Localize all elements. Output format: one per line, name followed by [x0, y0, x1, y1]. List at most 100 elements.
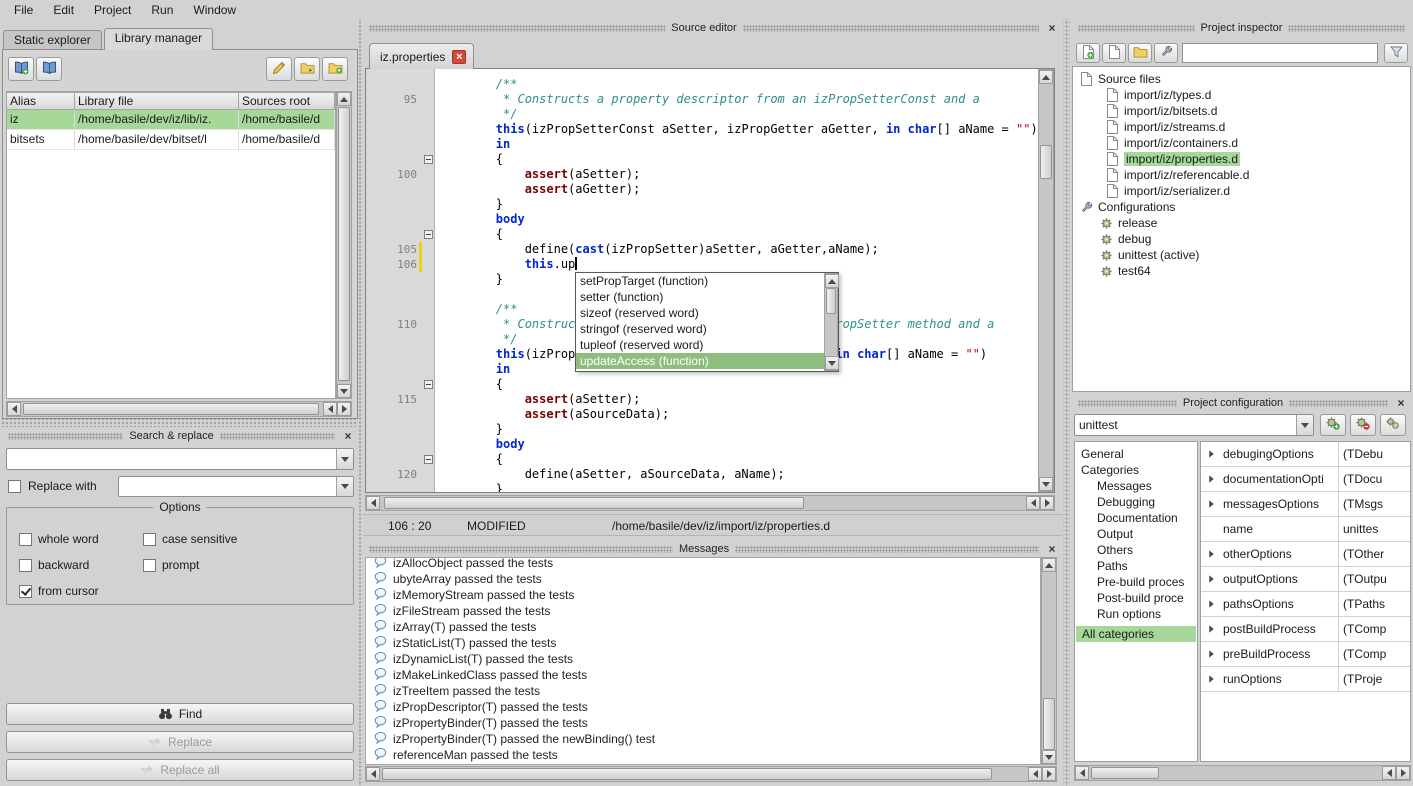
fold-collapse-icon[interactable] [424, 380, 433, 389]
message-row[interactable]: ubyteArray passed the tests [366, 571, 1040, 587]
column-header-sources-root[interactable]: Sources root [239, 92, 335, 110]
code-line[interactable]: { [438, 377, 1039, 392]
code-line[interactable]: this(izPropSetterConst aSetter, izPropGe… [438, 122, 1039, 137]
tree-item-import-iz-types-d[interactable]: import/iz/types.d [1075, 87, 1410, 103]
add-configuration-button[interactable] [1320, 414, 1346, 436]
code-line[interactable]: assert(aSetter); [438, 392, 1039, 407]
category-categories[interactable]: Categories [1075, 462, 1197, 478]
message-row[interactable]: izTreeItem passed the tests [366, 683, 1040, 699]
message-row[interactable]: izPropDescriptor(T) passed the tests [366, 699, 1040, 715]
scroll-up-button[interactable] [1042, 558, 1056, 572]
scroll-up-button[interactable] [337, 92, 351, 106]
remove-configuration-button[interactable] [1350, 414, 1376, 436]
find-button[interactable]: Find [6, 703, 354, 725]
add-library-button[interactable] [8, 57, 34, 81]
editor-tab-iz-properties[interactable]: iz.properties [369, 43, 474, 69]
close-icon[interactable] [1045, 543, 1059, 556]
scroll-down-button[interactable] [1039, 477, 1053, 491]
scroll-right-button[interactable] [1042, 767, 1056, 781]
category-run-options[interactable]: Run options [1075, 606, 1197, 622]
code-line[interactable]: body [438, 437, 1039, 452]
scroll-thumb[interactable] [1091, 767, 1159, 779]
scroll-up-button[interactable] [1039, 70, 1053, 84]
menu-run[interactable]: Run [141, 1, 183, 19]
property-outputoptions[interactable]: outputOptions(TOutpu [1201, 567, 1410, 592]
menu-file[interactable]: File [4, 1, 43, 19]
tree-item-import-iz-containers-d[interactable]: import/iz/containers.d [1075, 135, 1410, 151]
property-runoptions[interactable]: runOptions(TProje [1201, 667, 1410, 692]
tree-root-source-files[interactable]: Source files [1075, 71, 1410, 87]
open-library-file-button[interactable] [294, 57, 320, 81]
tree-item-import-iz-properties-d[interactable]: import/iz/properties.d [1075, 151, 1410, 167]
search-term-combobox[interactable] [6, 448, 354, 470]
replace-all-button[interactable]: Replace all [6, 759, 354, 781]
message-row[interactable]: izPropertyBinder(T) passed the newBindin… [366, 731, 1040, 747]
property-prebuildprocess[interactable]: preBuildProcess(TComp [1201, 642, 1410, 667]
scroll-right-button[interactable] [1040, 496, 1054, 510]
code-line[interactable]: /** [438, 77, 1039, 92]
fold-collapse-icon[interactable] [424, 455, 433, 464]
property-postbuildprocess[interactable]: postBuildProcess(TComp [1201, 617, 1410, 642]
category-documentation[interactable]: Documentation [1075, 510, 1197, 526]
tab-library-manager[interactable]: Library manager [104, 28, 213, 50]
scroll-down-button[interactable] [1042, 750, 1056, 764]
option-prompt[interactable]: prompt [143, 558, 199, 572]
completion-item-tupleof-reserved-word[interactable]: tupleof (reserved word) [576, 337, 824, 353]
scroll-thumb[interactable] [382, 768, 992, 780]
messages-vertical-scrollbar[interactable] [1041, 557, 1057, 765]
edit-alias-button[interactable] [266, 57, 292, 81]
tree-item-unittest-active[interactable]: unittest (active) [1075, 247, 1410, 263]
dropdown-button[interactable] [336, 449, 353, 469]
scroll-up-button[interactable] [825, 274, 839, 288]
scroll-down-button[interactable] [825, 356, 839, 370]
remove-library-button[interactable] [36, 57, 62, 81]
close-icon[interactable] [1394, 397, 1408, 410]
scroll-down-button[interactable] [337, 384, 351, 398]
code-line[interactable]: body [438, 212, 1039, 227]
open-source-button[interactable] [1102, 43, 1126, 63]
property-documentationopti[interactable]: documentationOpti(TDocu [1201, 467, 1410, 492]
scroll-left-button[interactable] [366, 767, 380, 781]
message-row[interactable]: izAllocObject passed the tests [366, 557, 1040, 571]
property-messagesoptions[interactable]: messagesOptions(TMsgs [1201, 492, 1410, 517]
scroll-left-button-2[interactable] [1382, 766, 1396, 780]
scroll-left-button-2[interactable] [1028, 767, 1042, 781]
property-pathsoptions[interactable]: pathsOptions(TPaths [1201, 592, 1410, 617]
message-row[interactable]: izMakeLinkedClass passed the tests [366, 667, 1040, 683]
scroll-left-button-2[interactable] [1026, 496, 1040, 510]
scroll-thumb[interactable] [384, 497, 804, 509]
scroll-thumb[interactable] [338, 107, 350, 381]
code-line[interactable]: define(cast(izPropSetter)aSetter, aGette… [438, 242, 1039, 257]
code-line[interactable]: } [438, 197, 1039, 212]
code-line[interactable]: assert(aSetter); [438, 167, 1039, 182]
code-line[interactable]: { [438, 227, 1039, 242]
tab-close-icon[interactable] [452, 50, 466, 64]
filter-button[interactable] [1384, 43, 1408, 63]
new-source-button[interactable] [1076, 43, 1100, 63]
message-row[interactable]: referenceMan passed the tests [366, 747, 1040, 763]
clone-configuration-button[interactable] [1380, 414, 1406, 436]
category-post-build-proce[interactable]: Post-build proce [1075, 590, 1197, 606]
menu-project[interactable]: Project [84, 1, 141, 19]
code-line[interactable]: this.up [438, 257, 1039, 272]
replace-with-checkbox[interactable] [8, 480, 21, 493]
editor-horizontal-scrollbar[interactable] [365, 495, 1055, 511]
category-output[interactable]: Output [1075, 526, 1197, 542]
expand-icon[interactable] [1209, 675, 1214, 682]
completion-scrollbar[interactable] [824, 273, 838, 371]
code-line[interactable]: */ [438, 107, 1039, 122]
messages-horizontal-scrollbar[interactable] [365, 766, 1057, 782]
menu-edit[interactable]: Edit [43, 1, 84, 19]
tools-button[interactable] [1154, 43, 1178, 63]
expand-icon[interactable] [1209, 575, 1214, 582]
category-general[interactable]: General [1075, 446, 1197, 462]
completion-item-updateaccess-function[interactable]: updateAccess (function) [576, 353, 824, 369]
code-line[interactable]: * Constructs a property descriptor from … [438, 92, 1039, 107]
completion-item-stringof-reserved-word[interactable]: stringof (reserved word) [576, 321, 824, 337]
column-header-library-file[interactable]: Library file [75, 92, 239, 110]
expand-icon[interactable] [1209, 625, 1214, 632]
expand-icon[interactable] [1209, 450, 1214, 457]
fold-collapse-icon[interactable] [424, 230, 433, 239]
library-row-bitsets[interactable]: bitsets/home/basile/dev/bitset/l/home/ba… [7, 130, 335, 150]
option-whole-word[interactable]: whole word [19, 532, 99, 546]
